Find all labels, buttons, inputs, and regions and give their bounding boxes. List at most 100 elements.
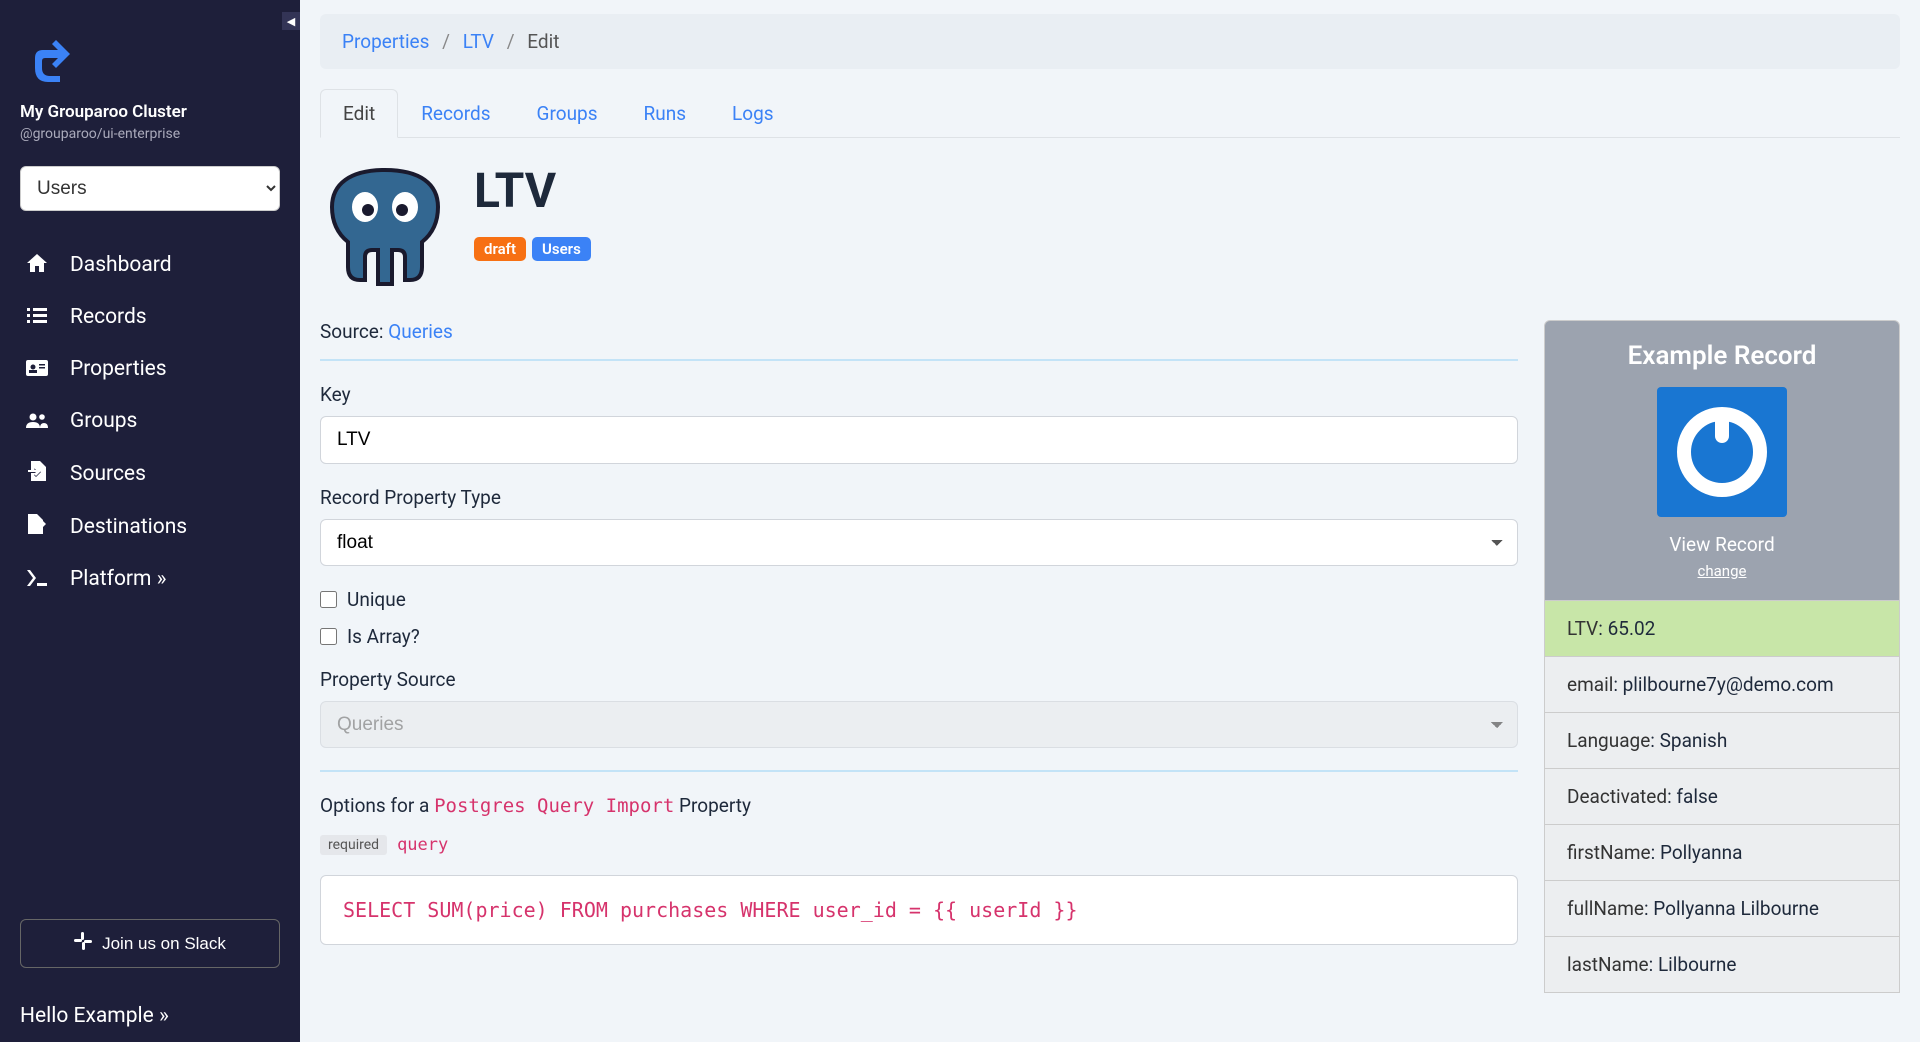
title-block: LTV draft Users — [474, 162, 591, 261]
tabs: Edit Records Groups Runs Logs — [320, 89, 1900, 138]
nav-label: Groups — [70, 409, 137, 433]
page-title: LTV — [474, 162, 591, 219]
file-export-icon — [24, 514, 50, 539]
property-source-label: Property Source — [320, 668, 1518, 691]
query-option-label: query — [397, 835, 448, 855]
grouparoo-logo-icon — [20, 26, 80, 84]
nav-label: Sources — [70, 462, 146, 486]
list-icon — [24, 305, 50, 329]
tab-runs[interactable]: Runs — [621, 89, 709, 137]
options-suffix: Property — [674, 794, 751, 817]
nav-label: Platform » — [70, 567, 167, 591]
model-badge: Users — [532, 237, 591, 261]
property-row: email: plilbourne7y@demo.com — [1545, 656, 1899, 712]
sidebar-collapse-button[interactable]: ◀ — [282, 12, 300, 30]
array-label: Is Array? — [347, 625, 420, 648]
property-row: firstName: Pollyanna — [1545, 824, 1899, 880]
property-key: Deactivated — [1567, 785, 1667, 808]
nav-dashboard[interactable]: Dashboard — [20, 239, 280, 291]
key-label: Key — [320, 383, 1518, 406]
nav-label: Dashboard — [70, 253, 172, 277]
section-divider — [320, 770, 1518, 772]
view-record-link[interactable]: View Record — [1565, 533, 1879, 556]
avatar — [1657, 387, 1787, 517]
nav-sources[interactable]: Sources — [20, 447, 280, 500]
property-key: LTV — [1567, 617, 1598, 640]
breadcrumb-current: Edit — [527, 30, 559, 53]
file-import-icon — [24, 461, 50, 486]
hello-user-link[interactable]: Hello Example » — [20, 1004, 280, 1028]
source-line: Source: Queries — [320, 320, 1518, 343]
property-row: lastName: Lilbourne — [1545, 936, 1899, 992]
tab-groups[interactable]: Groups — [514, 89, 621, 137]
property-row: fullName: Pollyanna Lilbourne — [1545, 880, 1899, 936]
tab-records[interactable]: Records — [398, 89, 513, 137]
cluster-name: My Grouparoo Cluster — [20, 102, 280, 122]
home-icon — [24, 253, 50, 277]
property-value: 65.02 — [1608, 617, 1656, 640]
tab-edit[interactable]: Edit — [320, 89, 398, 138]
form-column: Source: Queries Key Record Property Type… — [320, 320, 1518, 993]
section-divider — [320, 359, 1518, 361]
unique-label: Unique — [347, 588, 406, 611]
nav-properties[interactable]: Properties — [20, 343, 280, 395]
slack-icon — [74, 932, 92, 955]
key-input[interactable] — [320, 416, 1518, 464]
breadcrumb-properties[interactable]: Properties — [342, 30, 429, 53]
source-link[interactable]: Queries — [388, 320, 453, 343]
type-select[interactable]: float — [320, 519, 1518, 566]
property-key: Language — [1567, 729, 1650, 752]
property-list: LTV: 65.02email: plilbourne7y@demo.comLa… — [1545, 600, 1899, 992]
breadcrumb-separator: / — [507, 30, 515, 53]
property-value: plilbourne7y@demo.com — [1623, 673, 1834, 696]
change-record-link[interactable]: change — [1565, 562, 1879, 580]
model-select[interactable]: Users — [20, 166, 280, 211]
property-row: Language: Spanish — [1545, 712, 1899, 768]
nav-label: Properties — [70, 357, 167, 381]
example-record-card: Example Record View Record change LTV: 6… — [1544, 320, 1900, 993]
id-card-icon — [24, 357, 50, 381]
page-header: LTV draft Users — [320, 162, 1900, 296]
gravatar-icon — [1677, 407, 1767, 497]
logo — [20, 26, 280, 88]
property-source-select[interactable]: Queries — [320, 701, 1518, 748]
status-badge-draft: draft — [474, 237, 526, 261]
source-label: Source: — [320, 320, 383, 343]
postgres-icon — [320, 162, 450, 296]
property-key: lastName — [1567, 953, 1649, 976]
property-row: LTV: 65.02 — [1545, 600, 1899, 656]
tab-logs[interactable]: Logs — [709, 89, 797, 137]
nav-destinations[interactable]: Destinations — [20, 500, 280, 553]
query-input[interactable]: SELECT SUM(price) FROM purchases WHERE u… — [320, 875, 1518, 945]
breadcrumb-separator: / — [442, 30, 450, 53]
options-prefix: Options for a — [320, 794, 434, 817]
type-label: Record Property Type — [320, 486, 1518, 509]
property-key: email — [1567, 673, 1613, 696]
example-record-title: Example Record — [1565, 341, 1879, 371]
nav-records[interactable]: Records — [20, 291, 280, 343]
property-row: Deactivated: false — [1545, 768, 1899, 824]
nav-platform[interactable]: Platform » — [20, 553, 280, 605]
property-value: Spanish — [1660, 729, 1728, 752]
nav-label: Destinations — [70, 515, 187, 539]
required-badge: required — [320, 835, 387, 855]
breadcrumb: Properties / LTV / Edit — [320, 14, 1900, 69]
unique-checkbox[interactable] — [320, 591, 337, 608]
nav-label: Records — [70, 305, 147, 329]
property-value: false — [1676, 785, 1717, 808]
slack-label: Join us on Slack — [102, 934, 226, 954]
options-label: Options for a Postgres Query Import Prop… — [320, 794, 1518, 817]
nav-groups[interactable]: Groups — [20, 395, 280, 447]
nav: Dashboard Records Properties Groups — [20, 239, 280, 605]
property-value: Pollyanna — [1660, 841, 1742, 864]
breadcrumb-ltv[interactable]: LTV — [463, 30, 494, 53]
sidebar: ◀ My Grouparoo Cluster @grouparoo/ui-ent… — [0, 0, 300, 1042]
example-record-column: Example Record View Record change LTV: 6… — [1544, 320, 1900, 993]
array-checkbox[interactable] — [320, 628, 337, 645]
main-content: Properties / LTV / Edit Edit Records Gro… — [300, 0, 1920, 1042]
users-icon — [24, 409, 50, 433]
property-key: fullName — [1567, 897, 1644, 920]
property-key: firstName — [1567, 841, 1651, 864]
join-slack-button[interactable]: Join us on Slack — [20, 919, 280, 968]
property-value: Lilbourne — [1658, 953, 1736, 976]
